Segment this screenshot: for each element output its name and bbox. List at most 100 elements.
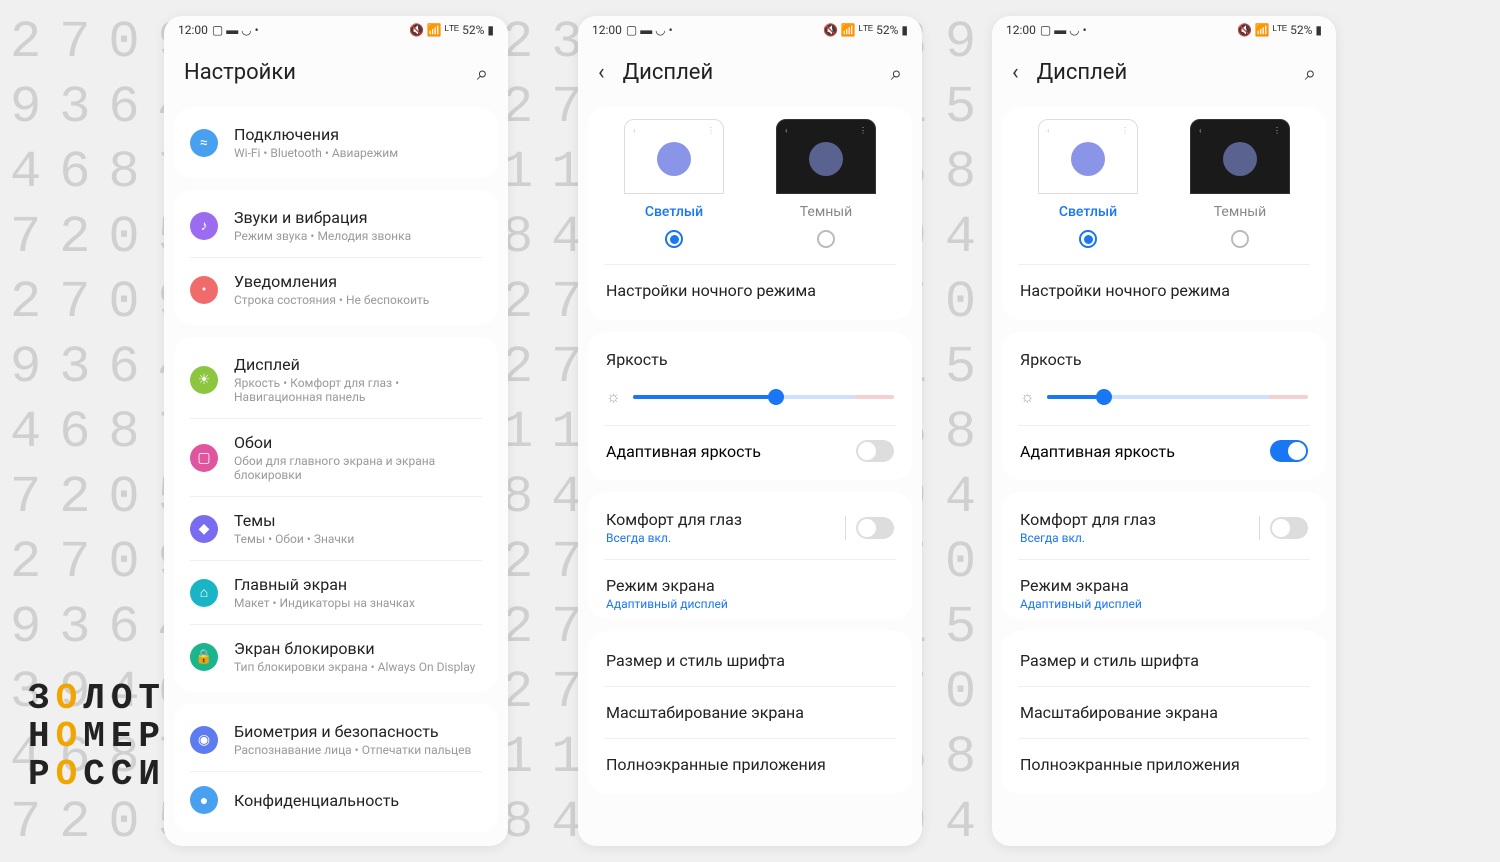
- eye-comfort-row[interactable]: Комфорт для глаз Всегда вкл.: [1002, 496, 1326, 559]
- row-title: Экран блокировки: [234, 639, 482, 658]
- brightness-slider[interactable]: [633, 395, 894, 399]
- settings-row[interactable]: ◉ Биометрия и безопасность Распознавание…: [174, 708, 498, 771]
- adaptive-brightness-label: Адаптивная яркость: [1020, 442, 1270, 461]
- fullscreen-apps-row[interactable]: Полноэкранные приложения: [1002, 739, 1326, 790]
- radio-unchecked-icon[interactable]: [817, 230, 835, 248]
- row-text: Главный экран Макет • Индикаторы на знач…: [234, 575, 482, 610]
- category-icon: ☀: [190, 366, 218, 394]
- row-title: Конфиденциальность: [234, 791, 482, 810]
- settings-row[interactable]: 🔒 Экран блокировки Тип блокировки экрана…: [174, 625, 498, 688]
- category-icon: ◉: [190, 726, 218, 754]
- row-text: Темы Темы • Обои • Значки: [234, 511, 482, 546]
- adaptive-brightness-row[interactable]: Адаптивная яркость: [1002, 426, 1326, 476]
- row-title: Темы: [234, 511, 482, 530]
- theme-light-option[interactable]: ‹⋮ Светлый: [1038, 119, 1138, 248]
- category-icon: ●: [190, 786, 218, 814]
- screen-display-2: 12:00 ▢ ▬ ◡ • 🔇 📶 ᴸᵀᴱ52%▮ ‹ Дисплей ⌕ ‹⋮…: [992, 16, 1336, 846]
- screen-mode-row[interactable]: Режим экрана Адаптивный дисплей: [588, 560, 912, 615]
- settings-row[interactable]: • Уведомления Строка состояния • Не бесп…: [174, 258, 498, 321]
- row-text: Экран блокировки Тип блокировки экрана •…: [234, 639, 482, 674]
- status-bar: 12:00 ▢ ▬ ◡ • 🔇 📶 ᴸᵀᴱ52%▮: [164, 16, 508, 44]
- adaptive-brightness-toggle[interactable]: [1270, 440, 1308, 462]
- radio-checked-icon[interactable]: [1079, 230, 1097, 248]
- settings-row[interactable]: ≈ Подключения Wi-Fi • Bluetooth • Авиаре…: [174, 111, 498, 174]
- theme-selector: ‹⋮ Светлый ‹⋮ Темный: [588, 111, 912, 264]
- night-mode-settings-row[interactable]: Настройки ночного режима: [1002, 265, 1326, 316]
- theme-dark-option[interactable]: ‹⋮ Темный: [776, 119, 876, 248]
- brightness-slider-row: ☼: [588, 377, 912, 425]
- theme-selector: ‹⋮ Светлый ‹⋮ Темный: [1002, 111, 1326, 264]
- status-bar: 12:00 ▢ ▬ ◡ • 🔇 📶 ᴸᵀᴱ52%▮: [578, 16, 922, 44]
- eye-comfort-toggle[interactable]: [856, 517, 894, 539]
- settings-row[interactable]: ◆ Темы Темы • Обои • Значки: [174, 497, 498, 560]
- back-icon[interactable]: ‹: [598, 60, 605, 85]
- row-title: Обои: [234, 433, 482, 452]
- category-icon: ≈: [190, 129, 218, 157]
- page-title: Настройки: [184, 60, 459, 85]
- row-text: Дисплей Яркость • Комфорт для глаз • Нав…: [234, 355, 482, 404]
- row-title: Главный экран: [234, 575, 482, 594]
- radio-checked-icon[interactable]: [665, 230, 683, 248]
- brightness-label: Яркость: [588, 336, 912, 377]
- row-subtitle: Яркость • Комфорт для глаз • Навигационн…: [234, 376, 482, 404]
- category-icon: ♪: [190, 212, 218, 240]
- settings-row[interactable]: ▢ Обои Обои для главного экрана и экрана…: [174, 419, 498, 496]
- brightness-slider-row: ☼: [1002, 377, 1326, 425]
- settings-row[interactable]: ♪ Звуки и вибрация Режим звука • Мелодия…: [174, 194, 498, 257]
- eye-comfort-row[interactable]: Комфорт для глаз Всегда вкл.: [588, 496, 912, 559]
- adaptive-brightness-toggle[interactable]: [856, 440, 894, 462]
- row-text: Подключения Wi-Fi • Bluetooth • Авиарежи…: [234, 125, 482, 160]
- row-text: Уведомления Строка состояния • Не беспок…: [234, 272, 482, 307]
- back-icon[interactable]: ‹: [1012, 60, 1019, 85]
- search-icon[interactable]: ⌕: [477, 61, 488, 85]
- category-icon: ◆: [190, 515, 218, 543]
- header: Настройки ⌕: [164, 44, 508, 107]
- screen-zoom-row[interactable]: Масштабирование экрана: [1002, 687, 1326, 738]
- row-text: Биометрия и безопасность Распознавание л…: [234, 722, 482, 757]
- radio-unchecked-icon[interactable]: [1231, 230, 1249, 248]
- eye-comfort-toggle[interactable]: [1270, 517, 1308, 539]
- settings-row[interactable]: ⌂ Главный экран Макет • Индикаторы на зн…: [174, 561, 498, 624]
- row-subtitle: Обои для главного экрана и экрана блокир…: [234, 454, 482, 482]
- settings-row[interactable]: ☀ Дисплей Яркость • Комфорт для глаз • Н…: [174, 341, 498, 418]
- category-icon: ⌂: [190, 579, 218, 607]
- screen-mode-sub: Адаптивный дисплей: [1020, 597, 1308, 611]
- theme-light-preview: ‹⋮: [1038, 119, 1138, 194]
- night-mode-settings-row[interactable]: Настройки ночного режима: [588, 265, 912, 316]
- screen-display-1: 12:00 ▢ ▬ ◡ • 🔇 📶 ᴸᵀᴱ52%▮ ‹ Дисплей ⌕ ‹⋮…: [578, 16, 922, 846]
- fullscreen-apps-row[interactable]: Полноэкранные приложения: [588, 739, 912, 790]
- adaptive-brightness-label: Адаптивная яркость: [606, 442, 856, 461]
- row-subtitle: Строка состояния • Не беспокоить: [234, 293, 482, 307]
- screen-settings: 12:00 ▢ ▬ ◡ • 🔇 📶 ᴸᵀᴱ52%▮ Настройки ⌕ ≈ …: [164, 16, 508, 846]
- screen-mode-row[interactable]: Режим экрана Адаптивный дисплей: [1002, 560, 1326, 615]
- search-icon[interactable]: ⌕: [1305, 61, 1316, 85]
- font-size-row[interactable]: Размер и стиль шрифта: [1002, 635, 1326, 686]
- page-title: Дисплей: [623, 60, 873, 85]
- search-icon[interactable]: ⌕: [891, 61, 902, 85]
- theme-light-label: Светлый: [1038, 204, 1138, 220]
- theme-dark-label: Темный: [1190, 204, 1290, 220]
- adaptive-brightness-row[interactable]: Адаптивная яркость: [588, 426, 912, 476]
- screen-zoom-row[interactable]: Масштабирование экрана: [588, 687, 912, 738]
- font-size-row[interactable]: Размер и стиль шрифта: [588, 635, 912, 686]
- eye-comfort-sub: Всегда вкл.: [1020, 531, 1259, 545]
- row-title: Подключения: [234, 125, 482, 144]
- eye-comfort-sub: Всегда вкл.: [606, 531, 845, 545]
- theme-light-option[interactable]: ‹⋮ Светлый: [624, 119, 724, 248]
- theme-dark-preview: ‹⋮: [776, 119, 876, 194]
- category-icon: ▢: [190, 444, 218, 472]
- status-bar: 12:00 ▢ ▬ ◡ • 🔇 📶 ᴸᵀᴱ52%▮: [992, 16, 1336, 44]
- row-subtitle: Тип блокировки экрана • Always On Displa…: [234, 660, 482, 674]
- theme-dark-option[interactable]: ‹⋮ Темный: [1190, 119, 1290, 248]
- settings-row[interactable]: ● Конфиденциальность: [174, 772, 498, 828]
- theme-light-preview: ‹⋮: [624, 119, 724, 194]
- row-subtitle: Макет • Индикаторы на значках: [234, 596, 482, 610]
- brightness-slider[interactable]: [1047, 395, 1308, 399]
- row-title: Звуки и вибрация: [234, 208, 482, 227]
- row-text: Обои Обои для главного экрана и экрана б…: [234, 433, 482, 482]
- row-title: Биометрия и безопасность: [234, 722, 482, 741]
- row-title: Уведомления: [234, 272, 482, 291]
- row-title: Дисплей: [234, 355, 482, 374]
- row-text: Звуки и вибрация Режим звука • Мелодия з…: [234, 208, 482, 243]
- eye-comfort-label: Комфорт для глаз: [606, 510, 845, 529]
